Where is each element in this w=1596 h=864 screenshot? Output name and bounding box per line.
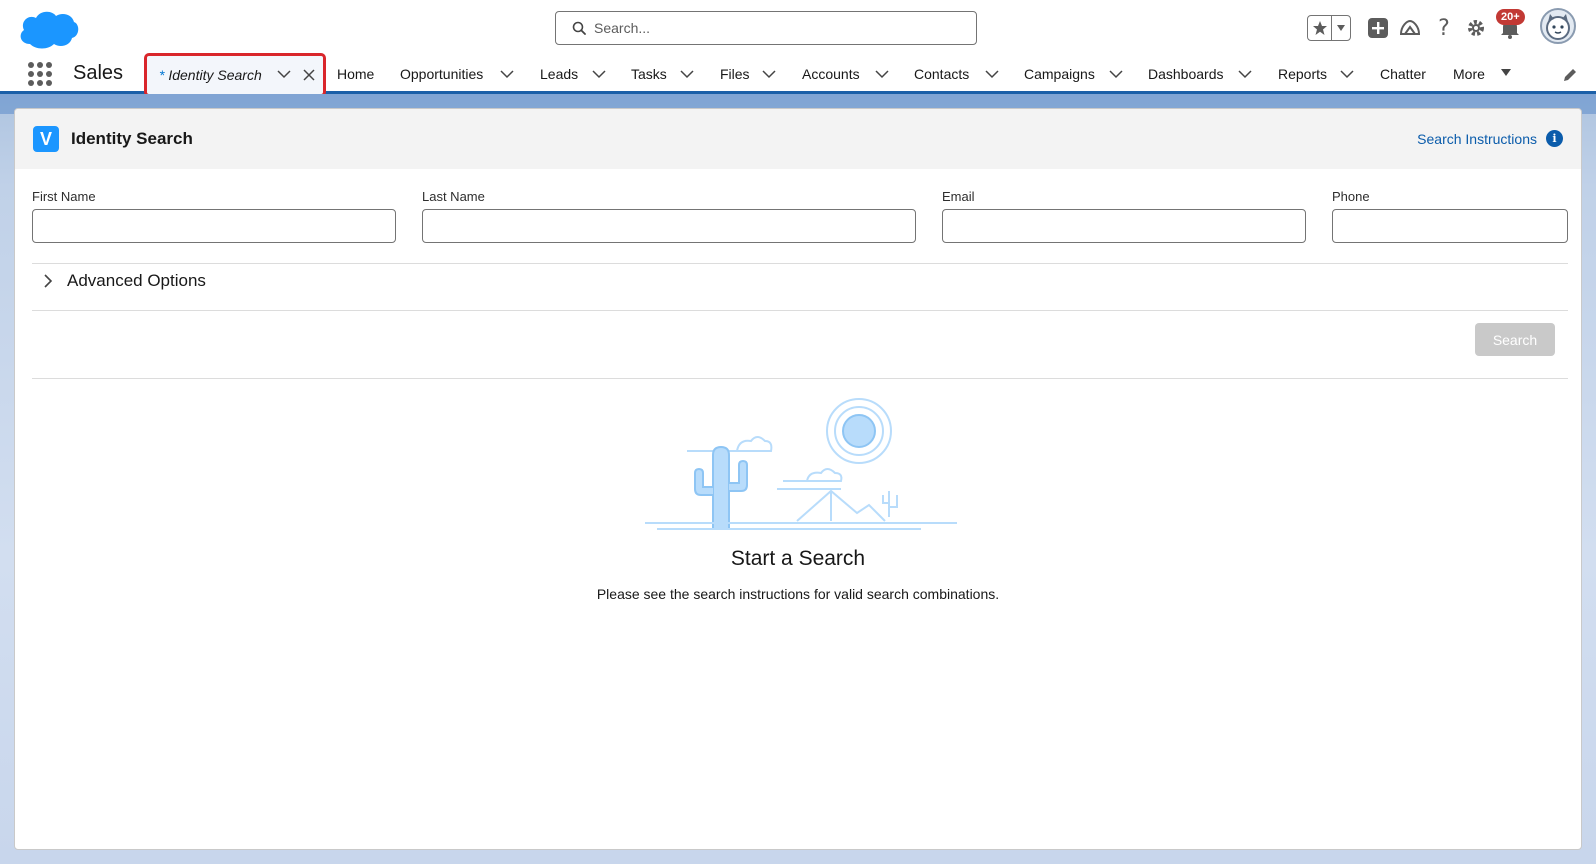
nav-item-opportunities[interactable]: Opportunities	[400, 66, 483, 82]
nav-item-contacts[interactable]: Contacts	[914, 66, 969, 82]
chevron-down-icon[interactable]	[1340, 69, 1354, 79]
phone-field: Phone	[1332, 189, 1568, 243]
global-header: ? 20+	[0, 0, 1596, 56]
divider	[32, 378, 1568, 379]
app-launcher-icon[interactable]	[26, 60, 52, 86]
divider	[32, 263, 1568, 264]
card-header: V Identity Search Search Instructions i	[15, 109, 1581, 169]
setup-gear-icon[interactable]	[1464, 16, 1488, 40]
nav-item-home[interactable]: Home	[337, 66, 374, 82]
global-search[interactable]	[555, 11, 977, 45]
chevron-down-icon[interactable]	[277, 69, 291, 79]
edit-pencil-icon[interactable]	[1562, 67, 1578, 83]
cloud-logo-icon[interactable]	[16, 6, 80, 50]
favorites-star-icon[interactable]	[1308, 16, 1332, 40]
nav-item-chatter[interactable]: Chatter	[1380, 66, 1426, 82]
nav-item-tasks[interactable]: Tasks	[631, 66, 667, 82]
tab-label: * Identity Search	[159, 67, 262, 83]
nav-item-campaigns[interactable]: Campaigns	[1024, 66, 1095, 82]
empty-state-title: Start a Search	[730, 547, 866, 570]
favorites-group	[1307, 15, 1351, 41]
nav-item-files[interactable]: Files	[720, 66, 750, 82]
first-name-field: First Name	[32, 189, 396, 243]
chevron-right-icon	[44, 274, 53, 288]
identity-search-card: V Identity Search Search Instructions i …	[14, 108, 1582, 850]
nav-item-more[interactable]: More	[1453, 66, 1485, 82]
last-name-label: Last Name	[422, 189, 485, 204]
chevron-down-icon[interactable]	[1238, 69, 1252, 79]
notification-count-badge: 20+	[1496, 9, 1525, 25]
chevron-down-icon[interactable]	[1109, 69, 1123, 79]
app-navigation-bar: Sales * Identity Search Home Opportuniti…	[0, 53, 1596, 97]
trailhead-icon[interactable]	[1398, 16, 1422, 40]
favorites-dropdown-icon[interactable]	[1332, 16, 1350, 40]
nav-item-leads[interactable]: Leads	[540, 66, 578, 82]
chevron-down-icon[interactable]	[762, 69, 776, 79]
email-field: Email	[942, 189, 1306, 243]
chevron-down-icon[interactable]	[500, 69, 514, 79]
email-input[interactable]	[942, 209, 1306, 243]
last-name-field: Last Name	[422, 189, 916, 243]
user-avatar[interactable]	[1540, 8, 1576, 44]
chevron-down-icon[interactable]	[875, 69, 889, 79]
divider	[32, 310, 1568, 311]
phone-label: Phone	[1332, 189, 1370, 204]
chevron-down-icon[interactable]	[680, 69, 694, 79]
nav-item-dashboards[interactable]: Dashboards	[1148, 66, 1224, 82]
first-name-label: First Name	[32, 189, 96, 204]
help-icon[interactable]: ?	[1432, 16, 1456, 41]
search-instructions-link[interactable]: Search Instructions	[1417, 131, 1537, 147]
search-icon	[572, 21, 586, 35]
component-icon: V	[33, 126, 59, 152]
info-icon[interactable]: i	[1546, 130, 1563, 147]
chevron-down-icon[interactable]	[985, 69, 999, 79]
close-icon[interactable]	[303, 69, 315, 81]
card-title: Identity Search	[71, 129, 193, 148]
advanced-options-toggle[interactable]: Advanced Options	[43, 269, 206, 293]
app-name: Sales	[73, 62, 124, 84]
nav-item-reports[interactable]: Reports	[1278, 66, 1327, 82]
first-name-input[interactable]	[32, 209, 396, 243]
search-button[interactable]: Search	[1475, 323, 1555, 356]
tab-identity-search[interactable]: * Identity Search	[144, 53, 326, 97]
empty-state-subtitle: Please see the search instructions for v…	[596, 586, 1000, 602]
phone-input[interactable]	[1332, 209, 1568, 243]
chevron-down-icon[interactable]	[592, 69, 606, 79]
last-name-input[interactable]	[422, 209, 916, 243]
global-search-input[interactable]	[594, 20, 934, 36]
caret-down-icon[interactable]	[1500, 68, 1512, 78]
email-label: Email	[942, 189, 975, 204]
global-add-icon[interactable]	[1366, 16, 1390, 40]
advanced-options-label: Advanced Options	[67, 271, 206, 290]
nav-item-accounts[interactable]: Accounts	[802, 66, 860, 82]
desert-empty-state-illustration	[645, 398, 957, 530]
